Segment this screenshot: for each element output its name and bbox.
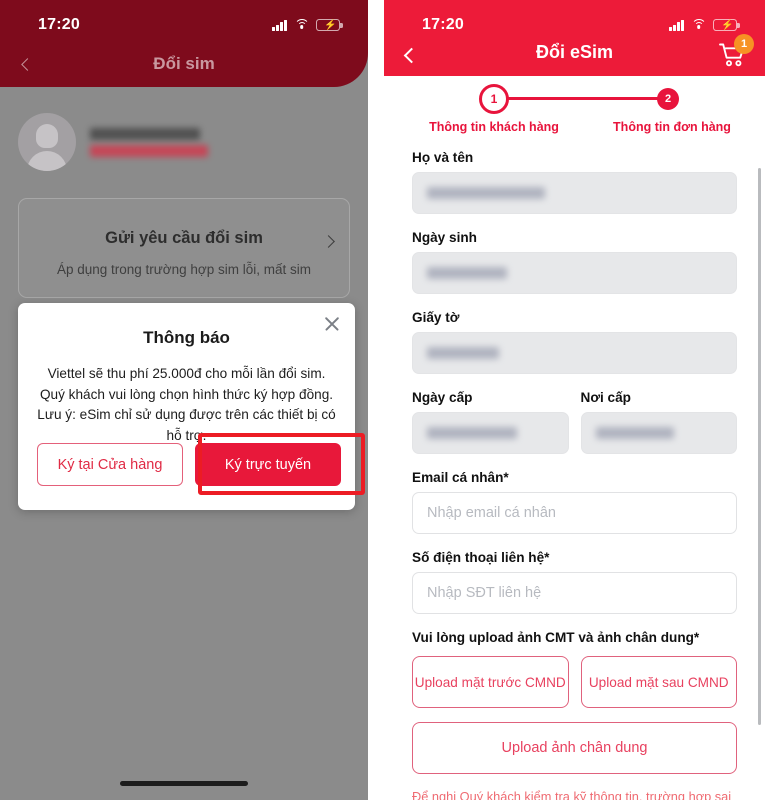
user-msisdn-redacted [90,127,200,140]
sign-online-button[interactable]: Ký trực tuyến [195,443,341,486]
page-title: Đổi eSim [535,42,614,62]
wifi-icon [294,19,309,31]
birthdate-value-redacted [427,267,507,279]
status-icons: ⚡ [669,18,740,32]
email-field[interactable]: Nhập email cá nhân [412,492,737,534]
left-status-bar: 17:20 ⚡ [0,10,368,40]
warning-line-1: Để nghị Quý khách kiểm tra kỹ thông tin,… [412,789,732,800]
upload-id-back-button[interactable]: Upload mặt sau CMND [580,656,737,708]
upload-id-row: Upload mặt trước CMND Upload mặt sau CMN… [412,656,737,708]
progress-stepper: 1 2 Thông tin khách hàng Thông tin đơn h… [384,82,765,140]
upload-portrait-button[interactable]: Upload ảnh chân dung [412,722,737,774]
right-phone-screen: 17:20 ⚡ Đổi eSim 1 1 2 Thông tin khách h… [384,0,765,800]
issue-place-value-redacted [595,427,674,439]
birthdate-label: Ngày sinh [412,230,477,245]
issue-place-field[interactable] [580,412,737,454]
battery-charging-icon: ⚡ [316,18,343,32]
stepper-connector-line [495,97,667,101]
email-placeholder: Nhập email cá nhân [427,505,556,521]
status-icons: ⚡ [272,18,343,32]
wifi-icon [691,19,706,31]
left-phone-screen: 17:20 ⚡ Đổi sim Gửi yêu cầu đổi sim Áp d… [0,0,368,800]
request-sim-change-card[interactable]: Gửi yêu cầu đổi sim Áp dụng trong trường… [18,198,350,298]
status-time: 17:20 [38,16,80,33]
cart-badge-count: 1 [734,34,754,54]
page-title: Đổi sim [153,54,215,73]
right-navbar: Đổi eSim 1 [384,32,765,76]
shopping-cart-icon[interactable]: 1 [719,34,754,68]
document-value-redacted [427,347,499,359]
avatar-placeholder-icon [18,113,76,171]
dialog-message: Viettel sẽ thu phí 25.000đ cho mỗi lần đ… [37,366,336,443]
fullname-value-redacted [427,187,545,199]
battery-charging-icon: ⚡ [713,18,740,32]
stepper-step-1-label: Thông tin khách hàng [429,120,559,134]
home-indicator [120,781,248,786]
phone-label: Số điện thoại liên hệ* [412,550,550,565]
stepper-step-2-label: Thông tin đơn hàng [613,120,731,134]
card-subtitle: Áp dụng trong trường hợp sim lỗi, mất si… [56,262,312,277]
phone-placeholder: Nhập SĐT liên hệ [427,585,542,601]
document-label: Giấy tờ [412,310,460,325]
screenshot-stage: 17:20 ⚡ Đổi sim Gửi yêu cầu đổi sim Áp d… [0,0,765,800]
notification-dialog: Thông báo Viettel sẽ thu phí 25.000đ cho… [18,303,365,510]
issue-info-row: Ngày cấp Nơi cấp [412,390,737,470]
birthdate-field[interactable] [412,252,737,294]
user-text-lines [90,127,208,157]
vertical-scrollbar[interactable] [758,168,761,725]
signal-bars-icon [669,19,684,31]
card-title: Gửi yêu cầu đổi sim [105,229,263,247]
user-name-redacted [90,144,208,157]
form-warning-text: Để nghị Quý khách kiểm tra kỹ thông tin,… [412,788,737,800]
email-label: Email cá nhân* [412,470,509,485]
issue-place-label: Nơi cấp [580,390,631,405]
phone-field[interactable]: Nhập SĐT liên hệ [412,572,737,614]
issue-date-field[interactable] [412,412,569,454]
signal-bars-icon [272,19,287,31]
document-field[interactable] [412,332,737,374]
customer-info-form: Họ và tên Ngày sinh Giấy tờ Ngày cấp Nơi… [384,150,765,800]
fullname-label: Họ và tên [412,150,474,165]
fullname-field[interactable] [412,172,737,214]
issue-date-label: Ngày cấp [412,390,473,405]
user-info-row [18,113,208,171]
dialog-title: Thông báo [143,328,230,347]
sign-at-store-button[interactable]: Ký tại Cửa hàng [37,443,183,486]
dialog-actions: Ký tại Cửa hàng Ký trực tuyến [37,443,341,486]
stepper-step-2[interactable]: 2 [657,88,679,110]
stepper-step-1[interactable]: 1 [479,84,509,114]
upload-id-front-button[interactable]: Upload mặt trước CMND [412,656,569,708]
issue-date-value-redacted [427,427,517,439]
upload-section-label: Vui lòng upload ảnh CMT và ảnh chân dung… [412,630,700,645]
left-navbar: Đổi sim [0,44,368,86]
